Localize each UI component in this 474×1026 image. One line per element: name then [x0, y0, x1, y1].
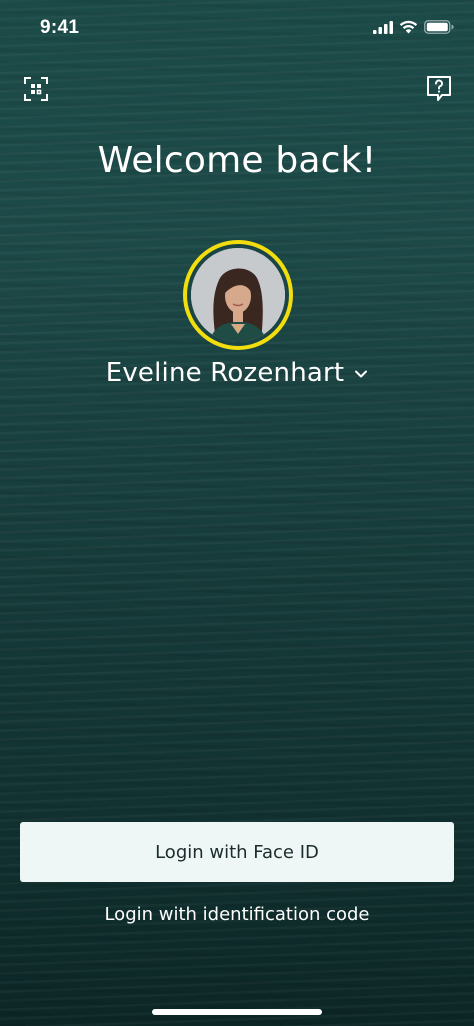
user-selector[interactable]: Eveline Rozenhart: [0, 358, 474, 388]
home-indicator: [152, 1009, 322, 1015]
status-bar: 9:41: [0, 0, 474, 60]
avatar-photo: [191, 248, 285, 342]
qr-scan-button[interactable]: [21, 76, 51, 106]
help-button[interactable]: [424, 76, 454, 106]
avatar-ring: [183, 240, 293, 350]
cellular-signal-icon: [373, 19, 393, 38]
battery-icon: [424, 19, 454, 38]
status-icons: [373, 19, 454, 38]
page-title: Welcome back!: [97, 140, 377, 181]
wifi-icon: [399, 19, 418, 38]
status-time: 9:41: [40, 17, 80, 38]
user-name: Eveline Rozenhart: [105, 358, 345, 388]
qr-scan-icon: [24, 77, 48, 105]
help-chat-icon: [426, 75, 452, 107]
login-face-id-button[interactable]: Login with Face ID: [20, 822, 454, 882]
login-identification-code-link[interactable]: Login with identification code: [0, 904, 474, 925]
avatar: [191, 248, 285, 342]
login-screen: 9:41 Welcome back! Eveline Rozenhart Log…: [0, 0, 474, 1026]
chevron-down-icon: [354, 364, 368, 383]
